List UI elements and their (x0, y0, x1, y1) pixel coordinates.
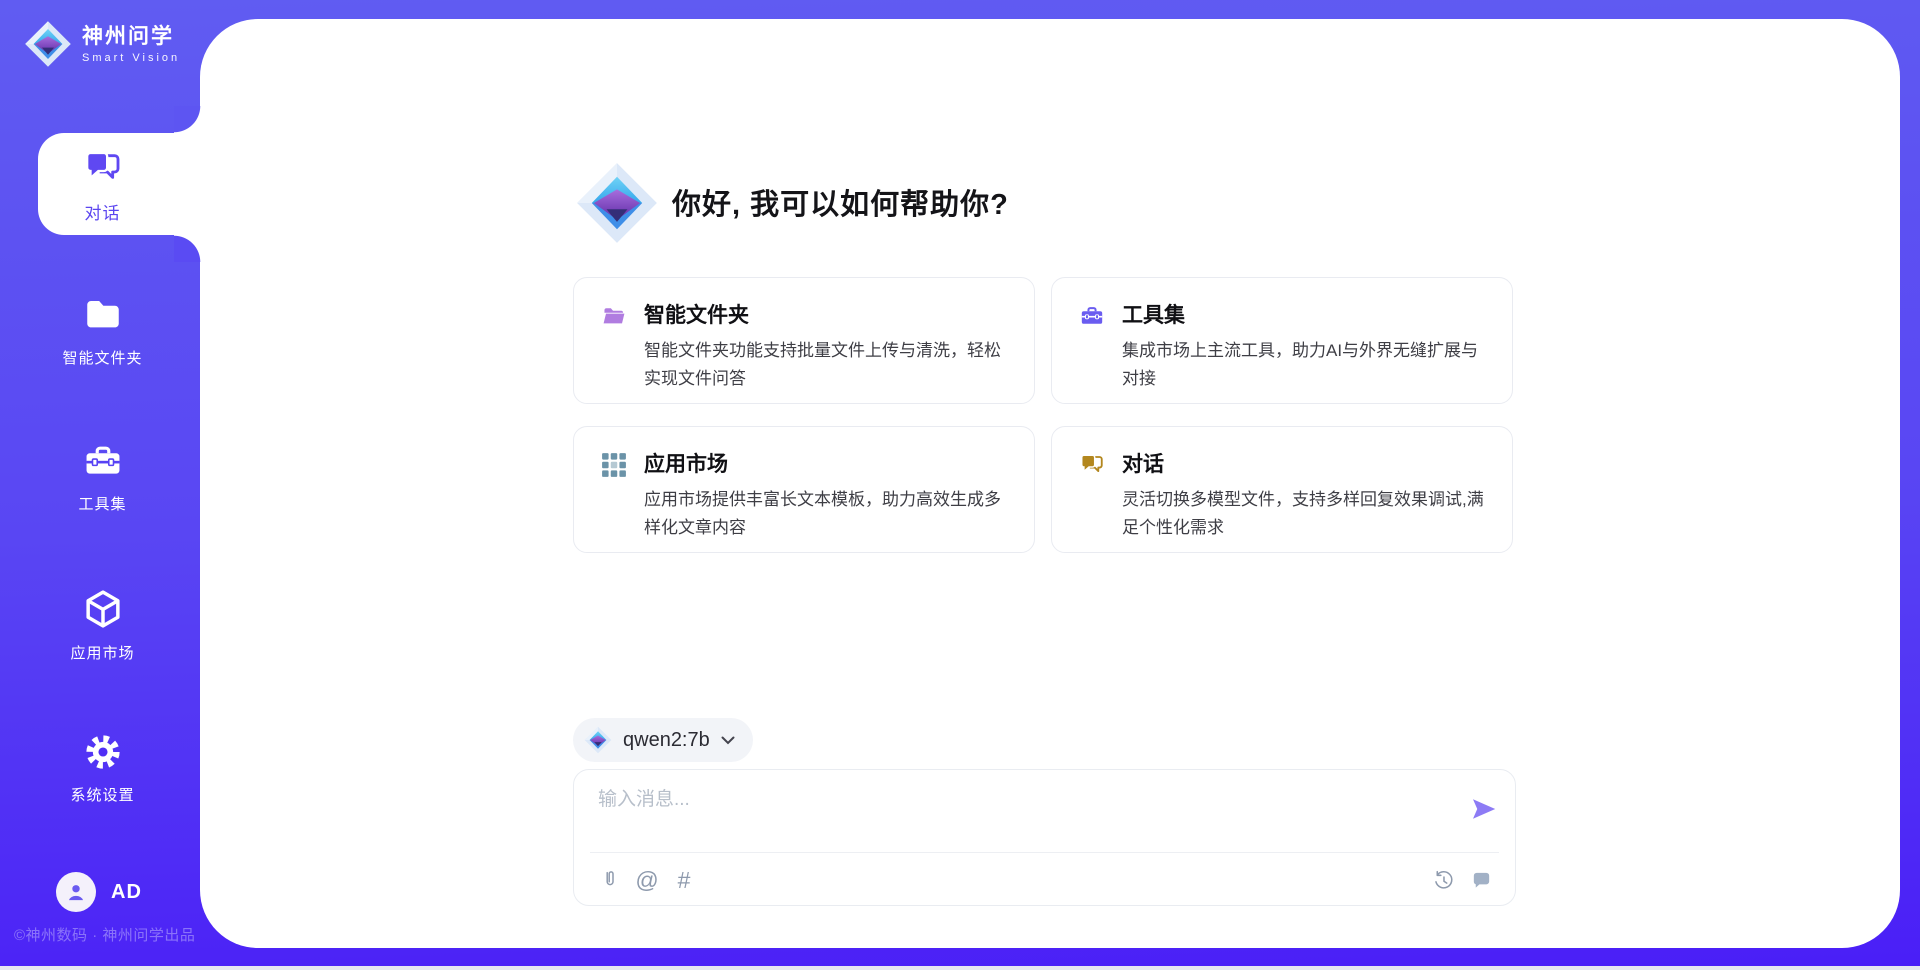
mention-button[interactable]: @ (635, 868, 659, 892)
send-button[interactable] (1469, 794, 1499, 824)
card-title: 智能文件夹 (644, 299, 1010, 329)
person-icon (63, 879, 89, 905)
sidebar-item-app-market[interactable]: 应用市场 (0, 587, 205, 663)
brand-diamond-icon (24, 20, 72, 68)
hash-icon: # (678, 868, 691, 892)
sidebar-item-label: 工具集 (0, 493, 205, 514)
card-chat[interactable]: 对话 灵活切换多模型文件，支持多样回复效果调试,满足个性化需求 (1051, 426, 1513, 553)
feature-cards: 智能文件夹 智能文件夹功能支持批量文件上传与清洗，轻松实现文件问答 工具集 集成… (573, 277, 1513, 553)
copyright-footer: ©神州数码 · 神州问学出品 (14, 924, 195, 945)
new-chat-button[interactable] (1469, 868, 1493, 892)
chat-icon (1079, 452, 1105, 478)
paperclip-icon (598, 868, 622, 892)
brand-subtitle: Smart Vision (82, 52, 180, 64)
chevron-down-icon (721, 736, 735, 745)
sidebar: 神州问学 Smart Vision 对话 智能文件夹 工具集 应用市场 系统设置 (0, 0, 205, 970)
sidebar-item-label: 对话 (0, 199, 205, 224)
sidebar-item-settings[interactable]: 系统设置 (0, 731, 205, 805)
send-icon (1469, 794, 1499, 824)
history-icon (1432, 869, 1455, 892)
grid-icon (601, 452, 627, 478)
sidebar-item-label: 应用市场 (0, 642, 205, 663)
user-initials: AD (111, 881, 142, 904)
brand-name: 神州问学 (82, 24, 180, 50)
card-description: 应用市场提供丰富长文本模板，助力高效生成多样化文章内容 (644, 486, 1010, 542)
gear-icon (82, 731, 124, 773)
card-smart-folder[interactable]: 智能文件夹 智能文件夹功能支持批量文件上传与清洗，轻松实现文件问答 (573, 277, 1035, 404)
sidebar-item-label: 智能文件夹 (0, 347, 205, 368)
composer-tools-right (1431, 868, 1493, 892)
at-icon: @ (635, 868, 658, 892)
history-button[interactable] (1431, 868, 1455, 892)
composer-tools-left: @ # (598, 868, 696, 892)
sidebar-item-toolset[interactable]: 工具集 (0, 440, 205, 514)
sidebar-item-smart-folder[interactable]: 智能文件夹 (0, 294, 205, 368)
card-description: 智能文件夹功能支持批量文件上传与清洗，轻松实现文件问答 (644, 337, 1010, 393)
tab-fillet-bottom (174, 235, 201, 262)
model-diamond-icon (584, 726, 612, 754)
greeting-title: 你好, 我可以如何帮助你? (672, 184, 1009, 226)
card-title: 对话 (1122, 448, 1488, 478)
chat-bubble-icon (1470, 869, 1493, 892)
card-description: 灵活切换多模型文件，支持多样回复效果调试,满足个性化需求 (1122, 486, 1488, 542)
bottom-edge-strip (0, 966, 1920, 970)
card-description: 集成市场上主流工具，助力AI与外界无缝扩展与对接 (1122, 337, 1488, 393)
model-name: qwen2:7b (623, 729, 710, 752)
card-title: 工具集 (1122, 299, 1488, 329)
app-window: 你好, 我可以如何帮助你? 智能文件夹 智能文件夹功能支持批量文件上传与清洗，轻… (0, 0, 1920, 970)
brand-logo: 神州问学 Smart Vision (24, 20, 180, 68)
main-panel: 你好, 我可以如何帮助你? 智能文件夹 智能文件夹功能支持批量文件上传与清洗，轻… (200, 19, 1900, 948)
card-title: 应用市场 (644, 448, 1010, 478)
avatar (56, 872, 96, 912)
chat-icon (83, 148, 123, 188)
composer-divider (590, 852, 1499, 853)
toolbox-icon (82, 440, 124, 482)
sidebar-item-chat[interactable]: 对话 (0, 148, 205, 224)
cube-icon (81, 587, 125, 631)
card-toolset[interactable]: 工具集 集成市场上主流工具，助力AI与外界无缝扩展与对接 (1051, 277, 1513, 404)
folder-open-icon (601, 303, 627, 329)
attach-button[interactable] (598, 868, 622, 892)
sidebar-item-label: 系统设置 (0, 784, 205, 805)
folder-icon (82, 294, 124, 336)
message-composer: @ # (573, 769, 1516, 906)
model-selector[interactable]: qwen2:7b (573, 718, 753, 762)
tab-fillet-top (174, 106, 201, 133)
message-input[interactable] (598, 784, 1458, 846)
hashtag-button[interactable]: # (672, 868, 696, 892)
brand-diamond-icon (575, 161, 659, 245)
toolbox-icon (1079, 303, 1105, 329)
user-account[interactable]: AD (56, 872, 142, 912)
card-app-market[interactable]: 应用市场 应用市场提供丰富长文本模板，助力高效生成多样化文章内容 (573, 426, 1035, 553)
